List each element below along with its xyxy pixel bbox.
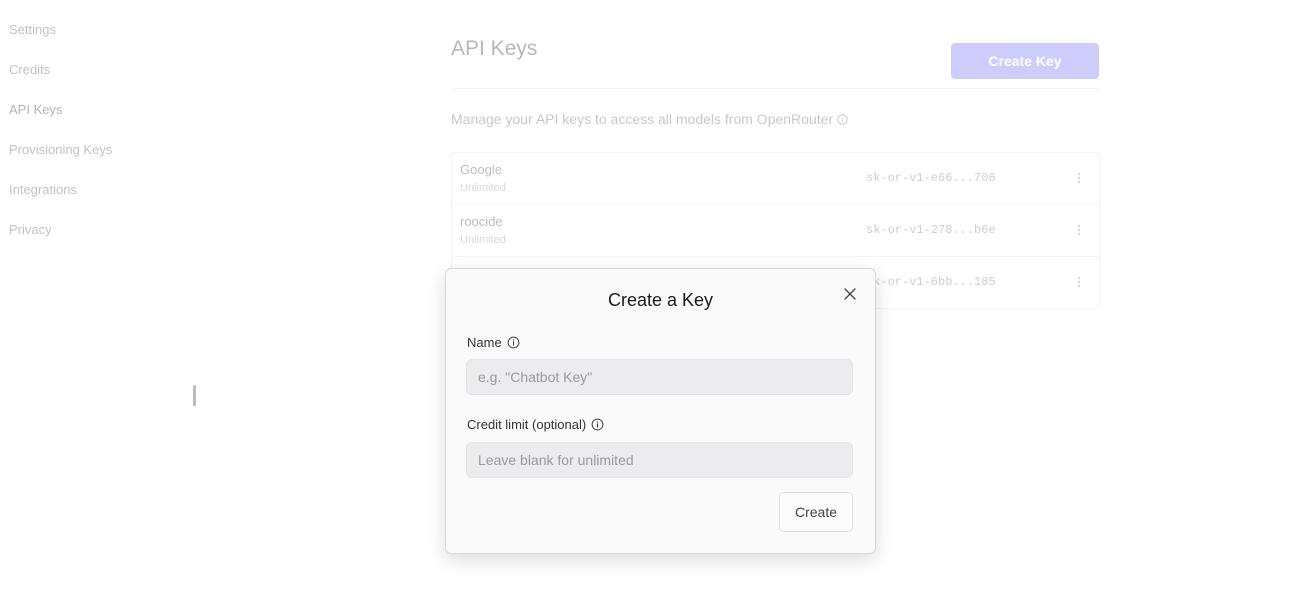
close-icon[interactable] [842, 286, 858, 302]
sidebar-item-api-keys[interactable]: API Keys [9, 100, 209, 140]
credit-limit-input[interactable] [466, 442, 853, 478]
table-row[interactable]: Google Unlimited sk-or-v1-e66...706 [452, 153, 1099, 205]
create-button[interactable]: Create [779, 492, 853, 532]
info-icon[interactable] [507, 336, 520, 349]
page-description: Manage your API keys to access all model… [451, 111, 848, 127]
resize-handle[interactable] [193, 385, 196, 406]
page-title: API Keys [451, 37, 538, 60]
sidebar-item-privacy[interactable]: Privacy [9, 220, 209, 260]
more-vertical-icon[interactable] [1071, 167, 1087, 189]
key-value: sk-or-v1-e66...706 [866, 171, 996, 185]
dialog-title: Create a Key [607, 290, 714, 310]
create-key-button[interactable]: Create Key [951, 43, 1099, 79]
more-vertical-icon[interactable] [1071, 271, 1087, 293]
key-value: sk-or-v1-6bb...185 [866, 275, 996, 289]
sidebar-item-credits[interactable]: Credits [9, 60, 209, 100]
sidebar: Settings Credits API Keys Provisioning K… [9, 20, 209, 260]
sidebar-item-settings[interactable]: Settings [9, 20, 209, 60]
key-name: roocide [460, 214, 503, 229]
table-row[interactable]: roocide Unlimited sk-or-v1-278...b6e [452, 205, 1099, 257]
sidebar-item-integrations[interactable]: Integrations [9, 180, 209, 220]
page-description-text: Manage your API keys to access all model… [451, 111, 834, 127]
create-key-dialog: Create a Key Name Credit limit (optional… [445, 268, 876, 554]
key-value: sk-or-v1-278...b6e [866, 223, 996, 237]
name-input[interactable] [466, 359, 853, 395]
more-vertical-icon[interactable] [1071, 219, 1087, 241]
sidebar-item-provisioning-keys[interactable]: Provisioning Keys [9, 140, 209, 180]
key-limit: Unlimited [460, 182, 506, 194]
header-divider [451, 88, 1099, 89]
page: Settings Credits API Keys Provisioning K… [0, 0, 1314, 595]
info-icon[interactable] [837, 113, 848, 125]
name-label-text: Name [467, 335, 502, 350]
credit-limit-label-text: Credit limit (optional) [467, 417, 587, 432]
credit-limit-field-label: Credit limit (optional) [467, 417, 604, 432]
name-field-label: Name [467, 335, 520, 350]
key-limit: Unlimited [460, 234, 506, 246]
info-icon[interactable] [591, 418, 604, 431]
key-name: Google [460, 162, 502, 177]
